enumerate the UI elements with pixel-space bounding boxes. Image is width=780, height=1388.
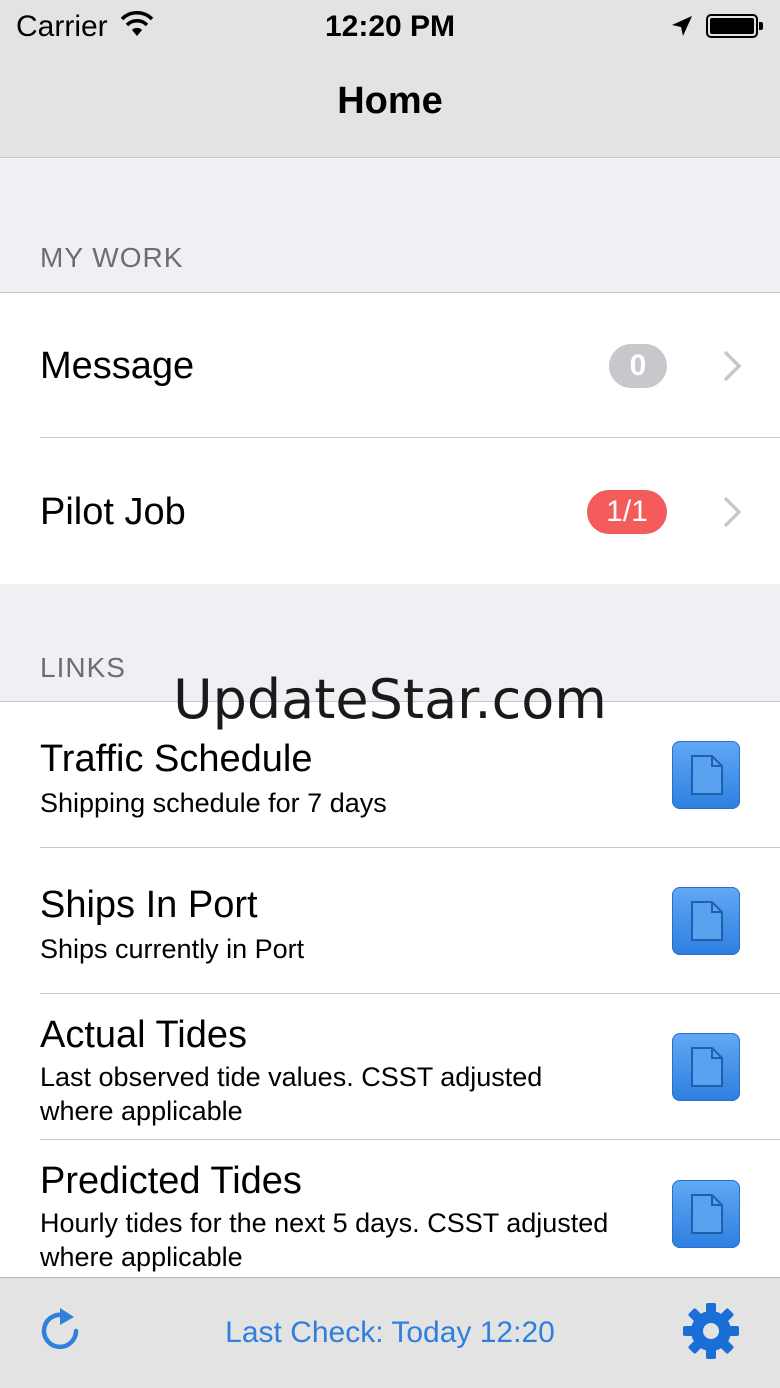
page-title: Home [337,80,443,122]
bottom-toolbar: Last Check: Today 12:20 [0,1277,780,1388]
row-title: Ships In Port [40,884,258,926]
link-ships-in-port[interactable]: Ships In Port Ships currently in Port [0,848,780,994]
row-title: Predicted Tides [40,1160,302,1202]
section-label: MY WORK [40,242,184,273]
section-header-links: LINKS [0,584,780,702]
gear-icon[interactable] [681,1301,741,1366]
battery-icon [706,14,764,38]
row-title: Message [40,345,195,387]
document-icon[interactable] [672,1180,740,1248]
row-title: Actual Tides [40,1014,247,1056]
row-title: Traffic Schedule [40,738,313,780]
status-time: 12:20 PM [324,10,456,43]
row-subtitle: Shipping schedule for 7 days [40,788,387,818]
link-predicted-tides[interactable]: Predicted Tides Hourly tides for the nex… [0,1140,780,1278]
list-item-pilot-job[interactable]: Pilot Job 1/1 [0,439,780,584]
last-check-label: Last Check: Today 12:20 [225,1316,555,1349]
top-bar: Carrier 12:20 PM Home [0,0,780,158]
message-count-badge: 0 [609,344,667,388]
chevron-right-icon [722,495,742,534]
document-icon[interactable] [672,741,740,809]
list-item-message[interactable]: Message 0 [0,293,780,438]
document-icon[interactable] [672,1033,740,1101]
link-traffic-schedule[interactable]: Traffic Schedule Shipping schedule for 7… [0,702,780,848]
document-icon[interactable] [672,887,740,955]
row-subtitle: Ships currently in Port [40,934,305,964]
status-bar: Carrier 12:20 PM [0,0,780,54]
row-title: Pilot Job [40,491,186,533]
row-subtitle: Last observed tide values. CSST adjusted… [40,1062,543,1126]
location-arrow-icon [670,14,694,43]
section-header-my-work: MY WORK [0,158,780,293]
row-subtitle: Hourly tides for the next 5 days. CSST a… [40,1208,609,1272]
row-separator [40,437,780,438]
link-actual-tides[interactable]: Actual Tides Last observed tide values. … [0,994,780,1140]
my-work-group: Message 0 Pilot Job 1/1 [0,292,780,585]
section-label: LINKS [40,652,126,683]
links-group: Traffic Schedule Shipping schedule for 7… [0,701,780,1278]
pilot-job-badge: 1/1 [587,490,667,534]
chevron-right-icon [722,349,742,388]
